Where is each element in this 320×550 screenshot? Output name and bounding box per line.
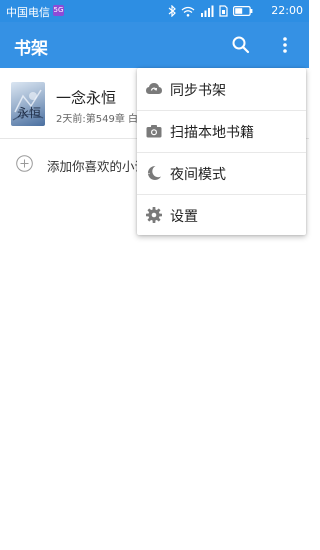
book-cover: 永恒 <box>11 82 45 126</box>
book-title: 一念永恒 <box>56 89 117 107</box>
more-options-button[interactable] <box>272 32 298 58</box>
cloud-sync-icon <box>146 83 162 94</box>
book-progress: 2天前:第549章 白小 <box>56 114 148 125</box>
gear-icon <box>146 207 162 223</box>
carrier-badge: 5G <box>53 5 64 16</box>
sim-icon <box>219 5 228 17</box>
bluetooth-icon <box>168 5 176 17</box>
menu-item-sync-shelf[interactable]: 同步书架 <box>137 68 306 110</box>
more-vert-icon <box>283 37 287 53</box>
menu-item-label: 同步书架 <box>170 83 226 99</box>
menu-item-scan-local[interactable]: 扫描本地书籍 <box>137 110 306 152</box>
page-title: 书架 <box>14 39 48 59</box>
camera-icon <box>146 125 162 138</box>
carrier-label: 中国电信 <box>6 6 50 19</box>
app-bar: 书架 <box>0 22 309 68</box>
system-icons <box>168 4 253 18</box>
search-icon <box>232 36 250 54</box>
signal-icon <box>201 5 214 17</box>
menu-item-night-mode[interactable]: 夜间模式 <box>137 152 306 194</box>
menu-item-settings[interactable]: 设置 <box>137 194 306 236</box>
add-book-label: 添加你喜欢的小说 <box>47 159 148 174</box>
wifi-icon <box>181 6 195 17</box>
add-circle-icon <box>16 155 33 172</box>
cover-title: 永恒 <box>17 106 42 120</box>
menu-item-label: 设置 <box>170 209 198 225</box>
moon-icon <box>147 165 161 180</box>
clock: 22:00 <box>271 4 303 17</box>
search-button[interactable] <box>228 32 254 58</box>
menu-item-label: 夜间模式 <box>170 167 226 183</box>
battery-icon <box>233 6 253 16</box>
overflow-menu: 同步书架 扫描本地书籍 夜间模式 设置 <box>137 68 306 235</box>
menu-item-label: 扫描本地书籍 <box>170 125 254 141</box>
status-bar: 中国电信 5G 22:00 <box>0 0 309 22</box>
